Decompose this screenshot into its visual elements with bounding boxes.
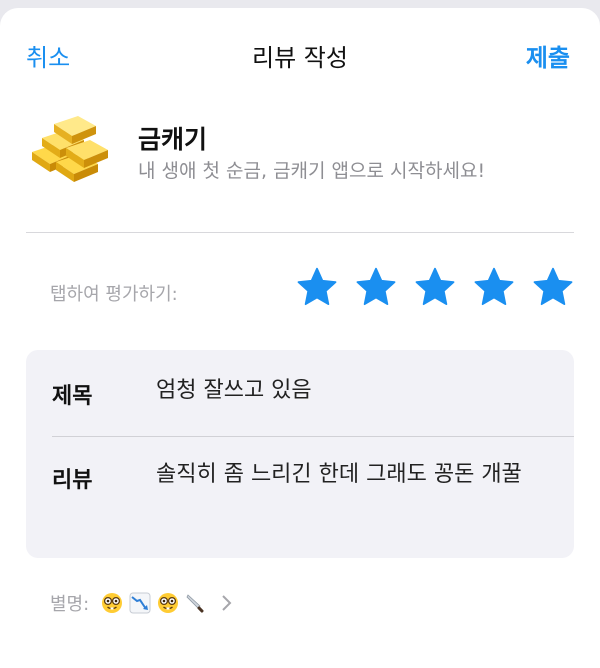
chart-decreasing-icon <box>129 592 151 614</box>
app-subtitle: 내 생애 첫 순금, 금캐기 앱으로 시작하세요! <box>138 160 486 182</box>
gold-bars-icon <box>32 116 108 182</box>
page-title: 리뷰 작성 <box>252 44 348 72</box>
star-icon[interactable] <box>532 266 574 308</box>
nickname-label: 별명: <box>50 594 90 615</box>
star-icon[interactable] <box>296 266 338 308</box>
review-textarea[interactable]: 솔직히 좀 느리긴 한데 그래도 꽁돈 개꿀 <box>156 456 546 494</box>
title-label: 제목 <box>52 384 93 409</box>
review-label: 리뷰 <box>52 468 93 493</box>
chevron-right-icon <box>222 595 232 611</box>
nerd-face-icon <box>102 593 123 613</box>
form-separator <box>52 436 574 437</box>
nav-bar: 취소 리뷰 작성 제출 <box>0 8 600 100</box>
app-name: 금캐기 <box>138 125 208 154</box>
submit-button[interactable]: 제출 <box>526 38 570 73</box>
star-icon[interactable] <box>473 266 515 308</box>
app-info: 금캐기 내 생애 첫 순금, 금캐기 앱으로 시작하세요! <box>26 108 576 208</box>
title-row: 제목 엄청 잘쓰고 있음 <box>26 350 574 436</box>
divider <box>26 232 574 233</box>
star-icon[interactable] <box>414 266 456 308</box>
nerd-face-icon <box>158 593 179 613</box>
rating-label: 탭하여 평가하기: <box>50 284 178 305</box>
kitchen-knife-icon <box>186 594 204 613</box>
review-sheet: 취소 리뷰 작성 제출 금캐기 내 생애 첫 순금, 금캐기 앱으로 시작하세요… <box>0 8 600 668</box>
star-icon[interactable] <box>355 266 397 308</box>
nickname-row[interactable]: 별명: <box>50 588 233 618</box>
review-form-card: 제목 엄청 잘쓰고 있음 리뷰 솔직히 좀 느리긴 한데 그래도 꽁돈 개꿀 <box>26 350 574 558</box>
star-rating[interactable] <box>296 266 574 308</box>
title-input[interactable]: 엄청 잘쓰고 있음 <box>156 372 546 410</box>
